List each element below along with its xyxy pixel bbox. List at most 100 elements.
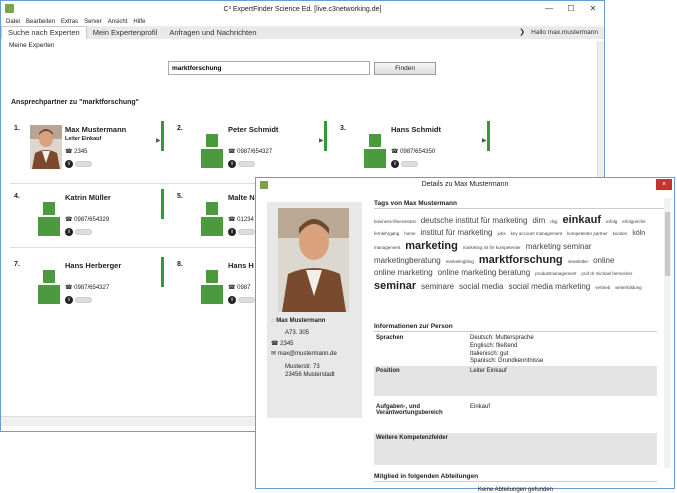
info-icon[interactable]: i: [65, 160, 73, 168]
phone-number: 0987/654350: [400, 149, 436, 155]
menu-hilfe[interactable]: Hilfe: [133, 19, 145, 25]
toggle-switch[interactable]: [238, 229, 255, 235]
tag-link[interactable]: marketingblog: [446, 259, 474, 264]
person-placeholder-icon: [30, 193, 62, 237]
menu-datei[interactable]: Datei: [6, 19, 20, 25]
tag-link[interactable]: köln: [632, 230, 645, 237]
card-arrow-icon[interactable]: ▶: [482, 137, 487, 144]
person-placeholder-icon: [30, 261, 62, 305]
phone-icon: ☎: [391, 149, 399, 155]
info-icon[interactable]: i: [228, 296, 236, 304]
tag-link[interactable]: marketingberatung: [374, 256, 441, 265]
toggle-switch[interactable]: [75, 161, 92, 167]
tag-link[interactable]: institut für marketing: [420, 228, 492, 237]
info-icon[interactable]: i: [391, 160, 399, 168]
tag-link[interactable]: marketing seminar: [526, 242, 592, 251]
person-placeholder-icon: [193, 125, 225, 169]
toggle-switch[interactable]: [401, 161, 418, 167]
tag-link[interactable]: seminare: [421, 282, 454, 291]
tag-link[interactable]: online marketing: [374, 268, 433, 277]
tab-profil[interactable]: Mein Expertenprofil: [87, 27, 164, 39]
result-number: 7.: [14, 261, 20, 268]
tag-link[interactable]: seminar: [374, 280, 416, 292]
result-card[interactable]: 7. Hans Herberger ☎ 0987/654327 i: [10, 255, 170, 315]
close-icon[interactable]: ✕: [582, 1, 604, 16]
menu-bearbeiten[interactable]: Bearbeiten: [26, 19, 55, 25]
menu-ansicht[interactable]: Ansicht: [108, 19, 128, 25]
phone-number: 01234: [237, 217, 254, 223]
tag-link[interactable]: newsletter: [568, 259, 589, 264]
tab-anfragen[interactable]: Anfragen und Nachrichten: [163, 27, 262, 39]
tag-link[interactable]: kunden: [613, 231, 628, 236]
card-controls: i: [391, 160, 418, 168]
search-input[interactable]: [168, 61, 370, 75]
tag-link[interactable]: deutsche institut für marketing: [421, 216, 528, 225]
result-name[interactable]: Peter Schmidt: [228, 125, 278, 134]
tag-link[interactable]: prof dr michael bernecker: [581, 271, 632, 276]
tag-link[interactable]: home: [404, 231, 415, 236]
result-card[interactable]: 3. Hans Schmidt ☎ 0987/654350 i ▶: [336, 119, 496, 179]
search-row: Finden: [168, 61, 436, 75]
tag-link[interactable]: erfolgreiche: [622, 219, 646, 224]
info-icon[interactable]: i: [228, 160, 236, 168]
tag-link[interactable]: kompetenter partner: [567, 231, 608, 236]
result-name[interactable]: Hans H: [228, 261, 254, 270]
result-phone: ☎ 0987/654327: [228, 148, 272, 155]
result-card[interactable]: 1. Max Mustermann Leiter Einkauf ☎ 2345 …: [10, 119, 170, 179]
card-arrow-icon[interactable]: ▶: [156, 137, 161, 144]
tag-link[interactable]: marketing ist ihr kompetenter: [463, 245, 521, 250]
result-name[interactable]: Max Mustermann: [65, 125, 126, 134]
result-number: 3.: [340, 125, 346, 132]
user-greeting[interactable]: ❯ Hallo max.mustermann: [519, 28, 598, 36]
result-card[interactable]: 2. Peter Schmidt ☎ 0987/654327 i ▶: [173, 119, 333, 179]
tag-link[interactable]: erfolg: [606, 219, 617, 224]
tag-link[interactable]: business-fitnessstest: [374, 219, 416, 224]
result-phone: ☎ 0987/654327: [65, 284, 109, 291]
result-name[interactable]: Hans Herberger: [65, 261, 121, 270]
menu-extras[interactable]: Extras: [61, 19, 78, 25]
tag-link[interactable]: dim: [532, 216, 545, 225]
relevance-bar: [487, 121, 490, 151]
tag-link[interactable]: online: [593, 256, 614, 265]
minimize-icon[interactable]: —: [538, 1, 560, 16]
detail-scrollbar[interactable]: [664, 198, 671, 468]
tag-link[interactable]: produktmanagement: [535, 271, 576, 276]
toggle-switch[interactable]: [75, 297, 92, 303]
toggle-switch[interactable]: [238, 297, 255, 303]
scroll-thumb[interactable]: [665, 212, 670, 276]
tag-link[interactable]: jobs: [497, 231, 505, 236]
result-name[interactable]: Hans Schmidt: [391, 125, 441, 134]
result-name[interactable]: Malte N: [228, 193, 255, 202]
info-icon[interactable]: i: [65, 296, 73, 304]
detail-dialog: Details zu Max Mustermann × ○ Max Muster…: [255, 177, 675, 493]
close-icon[interactable]: ×: [656, 179, 672, 190]
tag-link[interactable]: vertrieb: [595, 285, 610, 290]
tag-link[interactable]: dsg: [550, 219, 557, 224]
subnav-meine-experten[interactable]: Meine Experten: [1, 39, 604, 51]
menu-server[interactable]: Server: [84, 19, 102, 25]
tag-link[interactable]: social media marketing: [508, 282, 590, 291]
toggle-switch[interactable]: [238, 161, 255, 167]
tag-link[interactable]: social media: [459, 282, 503, 291]
tag-link[interactable]: fernlehrgang: [374, 231, 399, 236]
card-arrow-icon[interactable]: ▶: [319, 137, 324, 144]
tab-suche[interactable]: Suche nach Experten: [1, 26, 87, 39]
tag-link[interactable]: marketing: [405, 240, 458, 252]
result-card[interactable]: 4. Katrin Müller ☎ 0987/654329 i: [10, 187, 170, 247]
toggle-switch[interactable]: [75, 229, 92, 235]
tag-link[interactable]: weiterbildung: [615, 285, 642, 290]
tag-link[interactable]: marktforschung: [479, 254, 563, 266]
info-icon[interactable]: i: [65, 228, 73, 236]
tag-link[interactable]: management: [374, 245, 400, 250]
tag-link[interactable]: key account management: [511, 231, 563, 236]
row-value: Leiter Einkauf: [470, 368, 507, 374]
maximize-icon[interactable]: ☐: [560, 1, 582, 16]
radio-icon: ○: [271, 318, 275, 324]
result-name[interactable]: Katrin Müller: [65, 193, 111, 202]
find-button[interactable]: Finden: [374, 62, 436, 75]
tag-link[interactable]: einkauf: [562, 214, 601, 226]
person-email[interactable]: ✉ max@mustermann.de: [271, 350, 337, 357]
info-icon[interactable]: i: [228, 228, 236, 236]
tag-link[interactable]: online marketing beratung: [438, 268, 531, 277]
card-controls: i: [65, 296, 92, 304]
